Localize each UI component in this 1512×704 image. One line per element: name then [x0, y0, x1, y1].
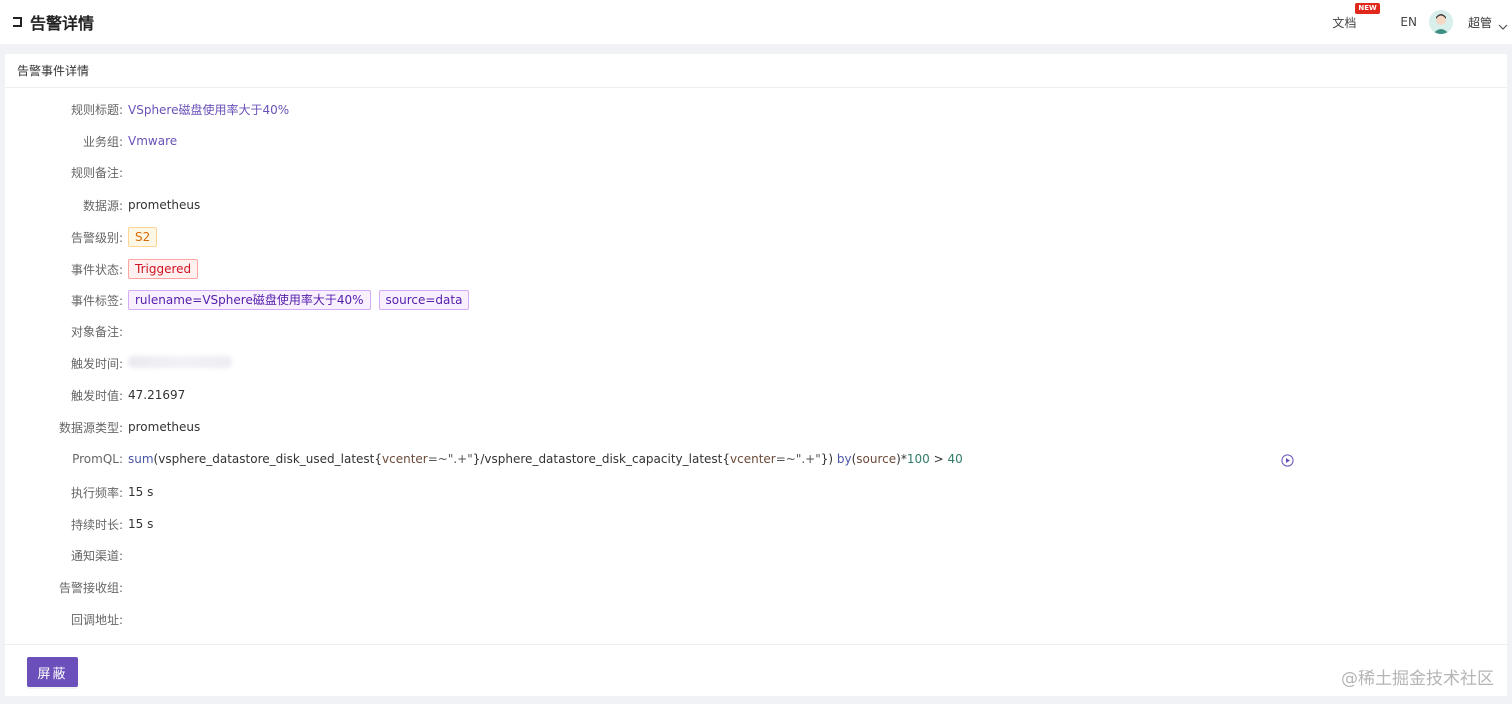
header-actions: 文档 NEW EN 超管 — [1332, 0, 1512, 44]
field-target-note: 对象备注: — [5, 321, 128, 341]
field-trigger-value: 触发时值: 47.21697 — [5, 385, 185, 405]
promql-expression: sum(vsphere_datastore_disk_used_latest{v… — [128, 452, 963, 466]
promql-token: vcenter — [730, 452, 776, 466]
promql-token: )* — [896, 452, 907, 466]
duration-value: 15 s — [128, 517, 154, 531]
field-duration: 持续时长: 15 s — [5, 514, 153, 534]
new-badge: NEW — [1355, 2, 1380, 14]
field-receiver-groups: 告警接收组: — [5, 577, 128, 597]
status-wrapper: Triggered — [128, 259, 206, 279]
field-label: 告警级别: — [70, 230, 123, 245]
promql-token: (vsphere_datastore_disk_used_latest{ — [153, 452, 382, 466]
event-tag[interactable]: source=data — [378, 290, 470, 310]
promql-token: > — [929, 452, 948, 466]
field-datasource: 数据源: prometheus — [5, 195, 200, 215]
field-severity: 告警级别: S2 — [5, 227, 165, 247]
blurred-timestamp — [128, 355, 232, 368]
promql-token: by — [836, 452, 852, 466]
play-circle-icon[interactable] — [1281, 452, 1294, 467]
watermark: @稀土掘金技术社区 — [1341, 669, 1494, 689]
field-label: 持续时长: — [70, 517, 123, 532]
field-label: 告警接收组: — [58, 580, 123, 595]
field-label: PromQL: — [72, 452, 123, 466]
field-exec-frequency: 执行频率: 15 s — [5, 482, 153, 502]
severity-tag: S2 — [128, 227, 158, 247]
field-callback-url: 回调地址: — [5, 609, 128, 629]
field-label: 触发时值: — [70, 388, 123, 403]
field-rule-note: 规则备注: — [5, 162, 128, 182]
event-tag[interactable]: rulename=VSphere磁盘使用率大于40% — [128, 290, 371, 310]
promql-token: =~".+" — [427, 452, 473, 466]
status-badge: Triggered — [128, 259, 199, 279]
field-label: 通知渠道: — [70, 548, 123, 563]
top-bar: 告警详情 文档 NEW EN 超管 — [0, 0, 1512, 44]
datasource-value: prometheus — [128, 198, 201, 212]
field-label: 规则标题: — [70, 102, 123, 117]
field-label: 业务组: — [82, 134, 123, 149]
back-icon[interactable] — [10, 15, 24, 29]
business-group-link[interactable]: Vmware — [128, 134, 177, 148]
promql-token: source — [856, 452, 897, 466]
field-datasource-type: 数据源类型: prometheus — [5, 417, 200, 437]
page-title: 告警详情 — [30, 14, 95, 33]
field-trigger-time: 触发时间: — [5, 353, 232, 373]
chevron-down-icon[interactable] — [1498, 17, 1508, 30]
field-label: 规则备注: — [70, 165, 123, 180]
promql-token: 100 — [906, 452, 930, 466]
datasource-type-value: prometheus — [128, 420, 201, 434]
promql-token: }/vsphere_datastore_disk_capacity_latest… — [472, 452, 730, 466]
field-event-status: 事件状态: Triggered — [5, 259, 206, 279]
docs-link[interactable]: 文档 NEW — [1332, 2, 1380, 31]
card-title: 告警事件详情 — [5, 54, 1507, 88]
user-name[interactable]: 超管 — [1468, 14, 1492, 31]
field-promql: PromQL: sum(vsphere_datastore_disk_used_… — [5, 449, 963, 469]
field-label: 事件状态: — [70, 262, 123, 277]
docs-label: 文档 — [1332, 15, 1357, 30]
avatar[interactable] — [1428, 10, 1453, 34]
field-event-tags: 事件标签: rulename=VSphere磁盘使用率大于40% source=d… — [5, 290, 477, 310]
tags-wrapper: rulename=VSphere磁盘使用率大于40% source=data — [128, 290, 477, 310]
field-label: 回调地址: — [70, 612, 123, 627]
event-detail-card: 告警事件详情 规则标题: VSphere磁盘使用率大于40% 业务组: Vmwa… — [5, 54, 1507, 696]
field-label: 数据源类型: — [58, 420, 123, 435]
field-label: 触发时间: — [70, 356, 123, 371]
field-business-group: 业务组: Vmware — [5, 131, 177, 151]
rule-title-link[interactable]: VSphere磁盘使用率大于40% — [128, 101, 289, 118]
exec-frequency-value: 15 s — [128, 485, 154, 499]
field-label: 数据源: — [82, 198, 123, 213]
promql-token: }) — [820, 452, 837, 466]
field-notify-channels: 通知渠道: — [5, 545, 128, 565]
trigger-time-value — [128, 355, 232, 371]
promql-token: =~".+" — [775, 452, 821, 466]
promql-token: 40 — [947, 452, 963, 466]
promql-token: vcenter — [382, 452, 428, 466]
field-rule-title: 规则标题: VSphere磁盘使用率大于40% — [5, 99, 289, 119]
promql-token: sum — [128, 452, 154, 466]
language-switch[interactable]: EN — [1400, 15, 1417, 29]
field-label: 事件标签: — [70, 293, 123, 308]
mute-button[interactable]: 屏蔽 — [27, 657, 78, 687]
trigger-value: 47.21697 — [128, 388, 186, 402]
field-label: 执行频率: — [70, 485, 123, 500]
severity-wrapper: S2 — [128, 227, 165, 247]
field-label: 对象备注: — [70, 324, 123, 339]
card-footer: 屏蔽 — [5, 644, 1507, 696]
